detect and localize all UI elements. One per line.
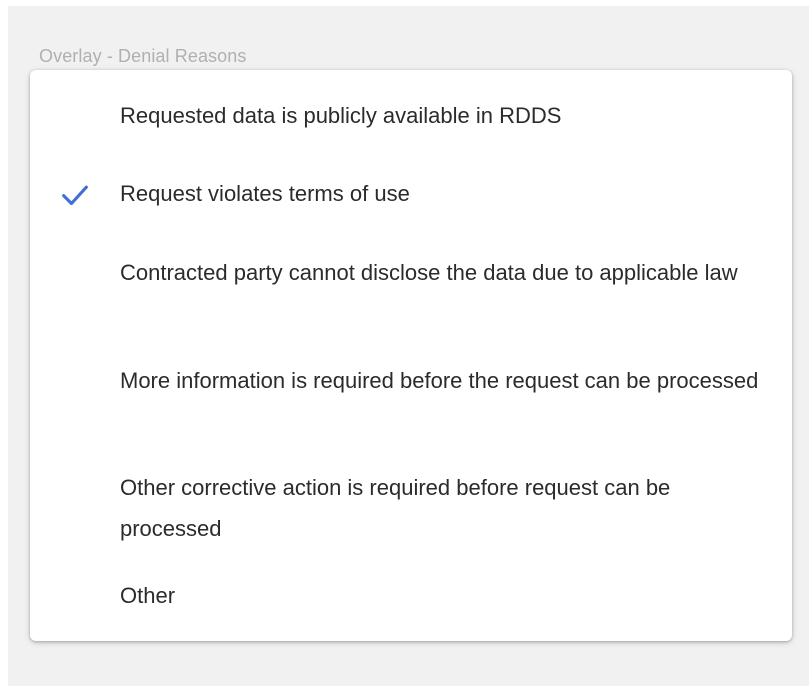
option-violates-terms[interactable]: Request violates terms of use bbox=[120, 173, 770, 214]
option-publicly-available[interactable]: Requested data is publicly available in … bbox=[120, 95, 770, 136]
option-more-information[interactable]: More information is required before the … bbox=[120, 360, 770, 401]
checkmark-icon bbox=[62, 185, 88, 206]
option-cannot-disclose[interactable]: Contracted party cannot disclose the dat… bbox=[120, 252, 770, 293]
denial-reasons-menu: Requested data is publicly available in … bbox=[30, 70, 792, 641]
option-other[interactable]: Other bbox=[120, 575, 770, 616]
overlay-title: Overlay - Denial Reasons bbox=[39, 46, 247, 66]
option-corrective-action[interactable]: Other corrective action is required befo… bbox=[120, 467, 770, 549]
